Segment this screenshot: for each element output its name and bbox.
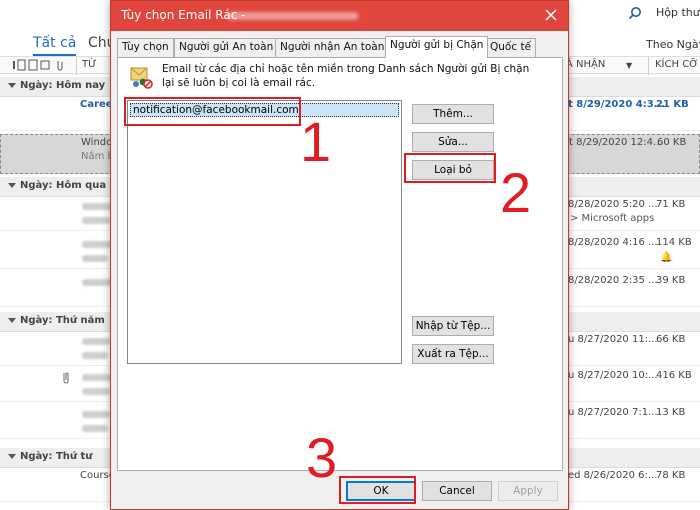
edit-button[interactable]: Sửa... bbox=[412, 132, 494, 152]
blurred-text bbox=[82, 255, 108, 262]
sort-by-label[interactable]: Theo Ngày bbox=[646, 38, 700, 51]
blocked-senders-icon bbox=[128, 64, 154, 90]
blurred-text bbox=[82, 425, 108, 432]
tab-options[interactable]: Tùy chọn bbox=[117, 38, 174, 57]
highlight-remove-button bbox=[404, 153, 496, 183]
dialog-tabs: Tùy chọn Người gửi An toàn Người nhận An… bbox=[117, 36, 563, 58]
column-received[interactable]: Á NHẬN bbox=[566, 59, 605, 70]
collapse-caret-icon[interactable] bbox=[8, 454, 16, 459]
export-to-file-button[interactable]: Xuất ra Tệp... bbox=[412, 344, 494, 364]
sort-down-icon[interactable]: ▼ bbox=[626, 61, 632, 70]
column-divider bbox=[648, 57, 649, 75]
close-button[interactable] bbox=[536, 1, 566, 31]
step-number-2: 2 bbox=[500, 161, 532, 224]
collapse-caret-icon[interactable] bbox=[8, 318, 16, 323]
search-icon[interactable] bbox=[628, 6, 644, 22]
tab-blocked-senders[interactable]: Người gửi bị Chặn bbox=[385, 36, 489, 58]
blurred-text bbox=[82, 241, 112, 248]
blurred-text bbox=[82, 374, 112, 381]
highlight-ok-button bbox=[339, 476, 416, 504]
blurred-text bbox=[82, 388, 110, 395]
tab-international[interactable]: Quốc tế bbox=[485, 38, 537, 57]
import-from-file-button[interactable]: Nhập từ Tệp... bbox=[412, 316, 494, 336]
highlight-blocked-sender bbox=[124, 97, 301, 126]
blurred-text bbox=[82, 338, 110, 345]
junk-email-options-dialog: Tùy chọn Email Rác - Tùy chọn Người gửi … bbox=[110, 0, 569, 510]
column-icons[interactable] bbox=[12, 59, 74, 74]
column-divider bbox=[76, 57, 77, 75]
column-size[interactable]: KÍCH CỠ bbox=[655, 59, 698, 70]
apply-button[interactable]: Apply bbox=[498, 481, 558, 501]
tab-safe-senders[interactable]: Người gửi An toàn bbox=[174, 38, 279, 57]
dialog-title-bar[interactable]: Tùy chọn Email Rác - bbox=[111, 1, 568, 31]
close-icon bbox=[545, 9, 557, 21]
add-button[interactable]: Thêm... bbox=[412, 104, 494, 124]
collapse-caret-icon[interactable] bbox=[8, 83, 16, 88]
blurred-text bbox=[82, 279, 112, 286]
blurred-text bbox=[82, 411, 110, 418]
blocked-senders-list[interactable]: notification@facebookmail.com bbox=[127, 100, 402, 364]
collapse-caret-icon[interactable] bbox=[8, 183, 16, 188]
tab-all[interactable]: Tất cả bbox=[33, 35, 77, 56]
blocked-senders-description: Email từ các địa chỉ hoặc tên miền trong… bbox=[162, 63, 530, 89]
column-from[interactable]: TỪ bbox=[82, 59, 97, 70]
cancel-button[interactable]: Cancel bbox=[422, 481, 492, 501]
tab-safe-recipients[interactable]: Người nhận An toàn bbox=[275, 38, 390, 57]
search-scope-label[interactable]: Hộp thư bbox=[656, 6, 700, 19]
step-number-3: 3 bbox=[306, 426, 338, 489]
blurred-text bbox=[82, 217, 110, 224]
step-number-1: 1 bbox=[300, 110, 332, 173]
attachment-icon bbox=[62, 371, 70, 387]
blurred-account-email bbox=[227, 12, 359, 20]
bell-icon[interactable]: 🔔 bbox=[660, 252, 672, 263]
blurred-text bbox=[82, 352, 108, 359]
